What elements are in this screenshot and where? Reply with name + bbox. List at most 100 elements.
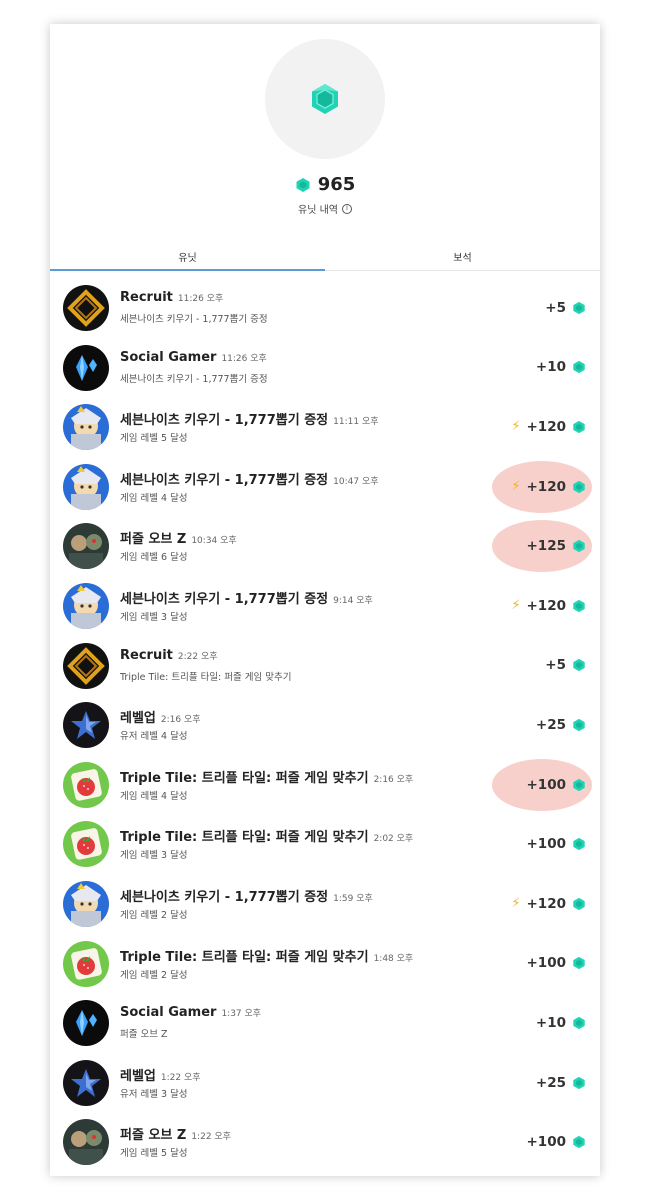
transaction-title-line: 세븐나이츠 키우기 - 1,777뽑기 증정 1:59 오후	[120, 886, 373, 905]
recruit-icon	[63, 642, 109, 689]
transaction-title-line: 세븐나이츠 키우기 - 1,777뽑기 증정 9:14 오후	[120, 588, 373, 607]
transaction-subtitle: 유저 레벨 3 달성	[120, 1088, 188, 1100]
transaction-row[interactable]: 레벨업 2:16 오후 유저 레벨 4 달성 +25	[50, 695, 600, 755]
transaction-title: 레벨업	[120, 711, 156, 727]
transaction-amount: +5	[545, 657, 566, 674]
transaction-row[interactable]: Triple Tile: 트리플 타일: 퍼즐 게임 맞추기 2:16 오후 게임 …	[50, 755, 600, 815]
gem-icon	[573, 361, 585, 374]
transaction-amount: +100	[526, 836, 567, 853]
gem-icon	[573, 659, 585, 672]
level-up-icon	[63, 1059, 109, 1106]
transaction-title-line: Social Gamer 11:26 오후	[120, 350, 267, 365]
transaction-amount-group: +100	[527, 755, 587, 815]
transaction-time: 1:48 오후	[373, 953, 414, 964]
tab-units[interactable]: 유닛	[50, 242, 325, 271]
transaction-time: 1:22 오후	[191, 1132, 231, 1143]
transaction-title: 세븐나이츠 키우기 - 1,777뽑기 증정	[120, 413, 329, 429]
transaction-amount: +100	[526, 776, 567, 793]
transaction-row[interactable]: Social Gamer 1:37 오후 퍼즐 오브 Z +10	[50, 993, 600, 1053]
transaction-subtitle: 게임 레벨 5 달성	[120, 1148, 188, 1160]
transaction-time: 1:37 오후	[221, 1009, 262, 1020]
transaction-title: 퍼즐 오브 Z	[120, 1128, 187, 1144]
transaction-row[interactable]: 세븐나이츠 키우기 - 1,777뽑기 증정 1:59 오후 게임 레벨 2 달성 ⚡…	[50, 874, 600, 934]
transaction-row[interactable]: Social Gamer 11:26 오후세븐나이츠 키우기 - 1,777뽑기 …	[50, 338, 600, 398]
transaction-row[interactable]: 세븐나이츠 키우기 - 1,777뽑기 증정 9:14 오후게임 레벨 3 달성 ⚡…	[50, 576, 600, 636]
transaction-amount-group: ⚡ +120	[511, 397, 586, 457]
transaction-amount: +10	[535, 359, 566, 376]
transaction-row[interactable]: 세븐나이츠 키우기 - 1,777뽑기 증정 10:47 오후 게임 레벨 4 달성…	[50, 457, 600, 517]
transaction-row[interactable]: 세븐나이츠 키우기 - 1,777뽑기 증정 11:11 오후게임 레벨 5 달성…	[50, 397, 600, 457]
transaction-time: 10:47 오후	[333, 476, 379, 487]
transaction-subtitle: 게임 레벨 3 달성	[120, 611, 188, 623]
transaction-amount: +25	[535, 1074, 566, 1091]
transaction-row[interactable]: Recruit 2:22 오후 Triple Tile: 트리플 타일: 퍼즐 게임…	[50, 636, 600, 696]
transaction-amount: +120	[526, 418, 567, 435]
gem-icon	[573, 897, 585, 910]
tab-gems-label: 보석	[453, 252, 472, 264]
gem-icon	[573, 957, 585, 970]
transaction-time: 11:26 오후	[177, 294, 224, 304]
transaction-title-line: 레벨업 1:22 오후	[120, 1065, 201, 1084]
transaction-amount: +5	[545, 299, 566, 316]
info-icon[interactable]: i	[341, 203, 352, 214]
transaction-title: 세븐나이츠 키우기 - 1,777뽑기 증정	[120, 591, 329, 607]
tab-bar: 유닛 보석	[50, 242, 600, 271]
tab-gems[interactable]: 보석	[325, 242, 600, 270]
transaction-title: 레벨업	[120, 1068, 156, 1084]
transaction-amount-group: +5	[545, 278, 586, 338]
transaction-time: 2:22 오후	[177, 651, 218, 662]
transaction-amount: +125	[526, 538, 567, 555]
transaction-amount-group: +100	[527, 814, 587, 874]
puzzle-of-z-icon	[63, 523, 109, 570]
transaction-subtitle: 게임 레벨 4 달성	[120, 492, 188, 504]
transaction-row[interactable]: 퍼즐 오브 Z 10:34 오후 게임 레벨 6 달성 +125	[50, 516, 600, 576]
gem-icon	[573, 301, 585, 314]
transaction-subtitle: 세븐나이츠 키우기 - 1,777뽑기 증정	[120, 373, 268, 385]
transaction-row[interactable]: Triple Tile: 트리플 타일: 퍼즐 게임 맞추기 2:02 오후게임 …	[50, 814, 600, 874]
transaction-title-line: Recruit 11:26 오후	[120, 290, 223, 305]
transaction-title-line: 세븐나이츠 키우기 - 1,777뽑기 증정 11:11 오후	[120, 409, 379, 428]
transaction-subtitle: 퍼즐 오브 Z	[120, 1029, 168, 1041]
transaction-amount-group: ⚡ +120	[511, 576, 586, 636]
bolt-icon: ⚡	[511, 896, 521, 912]
balance-value: 965	[317, 174, 356, 195]
transaction-title: Social Gamer	[120, 349, 217, 365]
transaction-subtitle: 게임 레벨 3 달성	[120, 850, 188, 862]
gem-icon	[296, 177, 310, 192]
transaction-time: 1:22 오후	[160, 1072, 201, 1083]
transaction-subtitle: 게임 레벨 6 달성	[120, 552, 188, 564]
transaction-row[interactable]: 레벨업 1:22 오후유저 레벨 3 달성 +25	[50, 1053, 600, 1113]
transaction-subtitle: Triple Tile: 트리플 타일: 퍼즐 게임 맞추기	[120, 671, 292, 683]
transaction-row[interactable]: 퍼즐 오브 Z 1:22 오후 게임 레벨 5 달성 +100	[50, 1112, 600, 1172]
transaction-title-line: Triple Tile: 트리플 타일: 퍼즐 게임 맞추기 1:48 오후	[120, 946, 413, 965]
gem-icon	[573, 540, 585, 553]
transaction-title-line: Social Gamer 1:37 오후	[120, 1005, 261, 1020]
transaction-title: Triple Tile: 트리플 타일: 퍼즐 게임 맞추기	[120, 830, 369, 846]
transaction-amount-group: +25	[536, 1053, 586, 1113]
transaction-amount-group: +100	[527, 1112, 587, 1172]
gem-icon	[573, 480, 585, 493]
balance-header: 965 유닛 내역 i	[50, 24, 600, 242]
transaction-amount-group: +125	[527, 516, 587, 576]
gem-large-icon	[312, 84, 338, 114]
transaction-subtitle: 세븐나이츠 키우기 - 1,777뽑기 증정	[120, 314, 268, 325]
seven-knights-icon	[63, 880, 109, 927]
unit-history-link[interactable]: 유닛 내역 i	[50, 201, 600, 216]
transaction-time: 11:26 오후	[221, 353, 267, 364]
transaction-row[interactable]: Triple Tile: 트리플 타일: 퍼즐 게임 맞추기 1:48 오후 게임 …	[50, 934, 600, 994]
transaction-time: 10:34 오후	[191, 536, 237, 547]
balance-display: 965	[50, 174, 600, 195]
transaction-title-line: 퍼즐 오브 Z 1:22 오후	[120, 1124, 231, 1143]
transaction-title-line: Recruit 2:22 오후	[120, 648, 218, 663]
transaction-row[interactable]: Recruit 11:26 오후세븐나이츠 키우기 - 1,777뽑기 증정 +5	[50, 278, 600, 338]
transaction-title-line: Triple Tile: 트리플 타일: 퍼즐 게임 맞추기 2:02 오후	[120, 826, 413, 845]
transaction-time: 2:16 오후	[160, 715, 201, 726]
transaction-subtitle: 게임 레벨 4 달성	[120, 790, 188, 802]
seven-knights-icon	[63, 463, 109, 510]
gem-icon	[573, 1135, 585, 1149]
bolt-icon: ⚡	[511, 598, 521, 614]
gem-badge	[265, 39, 385, 159]
seven-knights-icon	[63, 404, 109, 451]
transaction-subtitle: 게임 레벨 5 달성	[120, 433, 188, 445]
gem-icon	[573, 599, 585, 612]
